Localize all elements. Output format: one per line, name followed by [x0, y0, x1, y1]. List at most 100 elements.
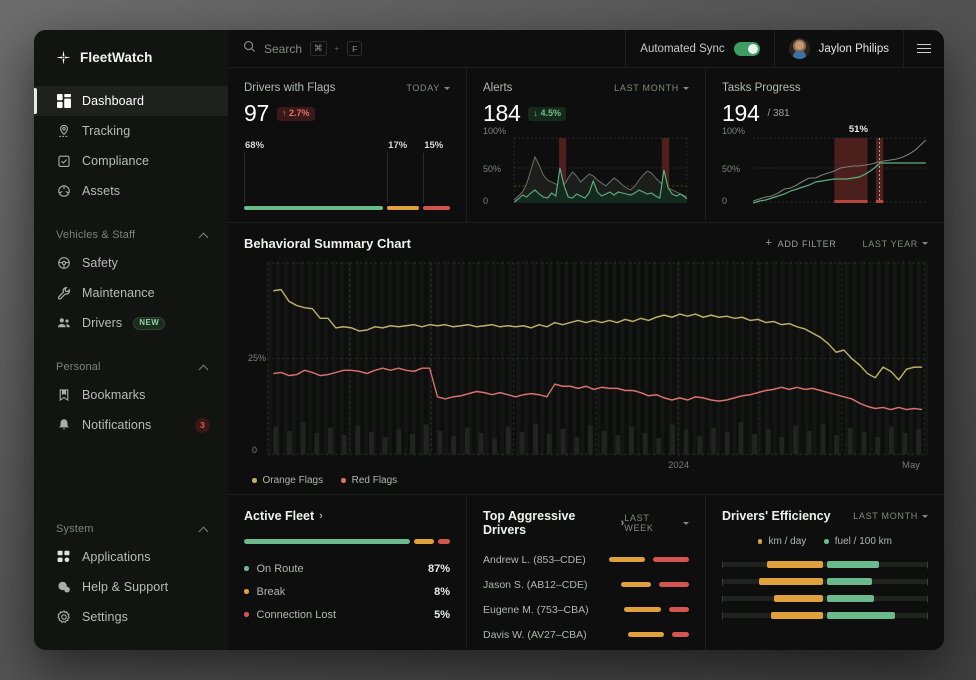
legend-label: km / day: [768, 536, 807, 547]
y-axis-tick: 50%: [722, 164, 741, 174]
bar-orange: [773, 595, 823, 602]
card-title-label: Active Fleet: [244, 509, 315, 523]
sidebar-item-label: Applications: [82, 550, 151, 564]
period-label: LAST YEAR: [862, 238, 918, 249]
peak-label: 51%: [848, 124, 868, 135]
chat-bubbles-icon: [56, 580, 71, 595]
card-title-aggressive-drivers[interactable]: Top Aggressive Drivers ›: [483, 509, 624, 537]
y-axis-tick: 25%: [248, 352, 267, 363]
sparkle-icon: [56, 50, 71, 65]
bar-cap-right: [927, 578, 928, 585]
bar-cap-left: [722, 595, 723, 602]
app-window: FleetWatch Dashboard Tracking Compliance: [34, 30, 944, 650]
card-header: Drivers' Efficiency LAST MONTH: [722, 509, 928, 523]
chevron-down-icon: [683, 521, 689, 525]
sidebar-item-tracking[interactable]: Tracking: [34, 116, 228, 146]
delta-badge: ↑ 2.7%: [276, 106, 315, 121]
sidebar-group-vehicles-staff[interactable]: Vehicles & Staff: [34, 222, 228, 248]
kpi-tasks-progress: Tasks Progress 194 / 381 100% 50% 0 51%: [706, 68, 944, 222]
dashboard-icon: [56, 94, 71, 109]
chart-actions: + ADD FILTER LAST YEAR: [766, 238, 928, 249]
kpi-value: 97: [244, 100, 269, 126]
steering-wheel-icon: [56, 256, 71, 271]
sidebar-item-help-support[interactable]: Help & Support: [34, 572, 228, 602]
brand[interactable]: FleetWatch: [34, 30, 228, 84]
sidebar-item-label: Compliance: [82, 154, 150, 168]
chevron-up-icon: [199, 525, 208, 534]
sidebar-item-bookmarks[interactable]: Bookmarks: [34, 380, 228, 410]
x-axis-tick: May: [902, 460, 920, 471]
sidebar-item-dashboard[interactable]: Dashboard: [34, 86, 228, 116]
list-item: [722, 607, 928, 624]
efficiency-rows: [722, 556, 928, 624]
status-dot: [244, 612, 249, 617]
bar-orange: [609, 557, 645, 562]
hamburger-menu-icon[interactable]: [904, 30, 944, 67]
kpi-alerts: Alerts LAST MONTH 184 ↓ 4.5% 100% 50% 0: [467, 68, 706, 222]
legend-item-orange-flags: Orange Flags: [252, 475, 323, 486]
sidebar-item-assets[interactable]: Assets: [34, 176, 228, 206]
bar-green: [827, 595, 875, 602]
card-title-active-fleet[interactable]: Active Fleet ›: [244, 509, 323, 523]
sidebar-group-system-container: System Applications Help & Support Setti…: [34, 500, 228, 650]
sidebar-item-compliance[interactable]: Compliance: [34, 146, 228, 176]
topbar: Search ⌘ + F Automated Sync Jaylon Phili…: [228, 30, 944, 68]
automated-sync-toggle[interactable]: Automated Sync: [626, 30, 775, 67]
segment-rule: [423, 153, 425, 203]
table-row[interactable]: Jason S. (AB12–CDE): [483, 572, 689, 597]
search-input[interactable]: Search ⌘ + F: [228, 30, 627, 67]
bar-orange: [767, 561, 823, 568]
period-selector[interactable]: LAST MONTH: [614, 83, 689, 93]
bar-orange: [759, 578, 823, 585]
automated-sync-label: Automated Sync: [640, 42, 725, 55]
fleet-bar-connection-lost: [438, 539, 450, 544]
sidebar-item-drivers[interactable]: Drivers NEW: [34, 308, 228, 338]
driver-bars: [628, 632, 689, 637]
bar-cap-right: [927, 561, 928, 568]
add-filter-button[interactable]: + ADD FILTER: [766, 238, 837, 249]
sidebar-item-settings[interactable]: Settings: [34, 602, 228, 632]
kpi-value-row: 184 ↓ 4.5%: [483, 100, 689, 127]
period-selector[interactable]: LAST MONTH: [853, 511, 928, 521]
user-menu[interactable]: Jaylon Philips: [775, 30, 904, 67]
sidebar-group-system[interactable]: System: [34, 516, 228, 542]
table-row[interactable]: Davis W. (AV27–CBA): [483, 622, 689, 647]
period-label: LAST MONTH: [614, 83, 679, 93]
bar-red: [653, 557, 689, 562]
shortcut-key-f: F: [347, 41, 363, 56]
kpi-header: Drivers with Flags TODAY: [244, 82, 450, 94]
chevron-down-icon: [922, 514, 928, 518]
fleet-bar-break: [414, 539, 434, 544]
avatar: [788, 38, 810, 59]
segment-chart: 68% 17% 15%: [244, 140, 450, 210]
status-value: 87%: [427, 562, 450, 575]
aggressive-drivers-list: Andrew L. (853–CDE) Jason S. (AB12–CDE): [483, 547, 689, 647]
fleet-legend-list: On Route 87% Break 8% Connection Lost 5%: [244, 557, 450, 626]
bottom-row: Active Fleet › On Route 87% Break 8% Con…: [228, 495, 944, 650]
segment-col: 15%: [423, 140, 450, 206]
bar-red: [669, 607, 689, 612]
sidebar-item-label: Notifications: [82, 418, 152, 432]
legend-label: fuel / 100 km: [834, 536, 893, 547]
table-row[interactable]: Eugene M. (753–CBA): [483, 597, 689, 622]
card-active-fleet: Active Fleet › On Route 87% Break 8% Con…: [228, 495, 467, 650]
sidebar-item-applications[interactable]: Applications: [34, 542, 228, 572]
toggle-switch[interactable]: [733, 41, 760, 56]
sidebar-item-safety[interactable]: Safety: [34, 248, 228, 278]
bar-orange: [628, 632, 664, 637]
bar-track: [722, 579, 928, 584]
sidebar-item-notifications[interactable]: Notifications 3: [34, 410, 228, 440]
notification-count-badge: 3: [195, 417, 210, 433]
kpi-value-row: 97 ↑ 2.7%: [244, 100, 450, 127]
period-selector[interactable]: LAST YEAR: [862, 238, 928, 249]
sidebar-item-label: Assets: [82, 184, 121, 198]
period-selector[interactable]: TODAY: [406, 83, 450, 93]
sidebar-group-personal[interactable]: Personal: [34, 354, 228, 380]
tasks-sparkline: 100% 50% 0 51%: [722, 124, 930, 212]
sidebar-item-maintenance[interactable]: Maintenance: [34, 278, 228, 308]
period-selector[interactable]: LAST WEEK: [624, 513, 689, 533]
y-axis-tick: 0: [483, 196, 489, 206]
segment-pct: 17%: [388, 140, 408, 151]
table-row[interactable]: Andrew L. (853–CDE): [483, 547, 689, 572]
kpi-drivers-with-flags: Drivers with Flags TODAY 97 ↑ 2.7% 68% 1…: [228, 68, 467, 222]
